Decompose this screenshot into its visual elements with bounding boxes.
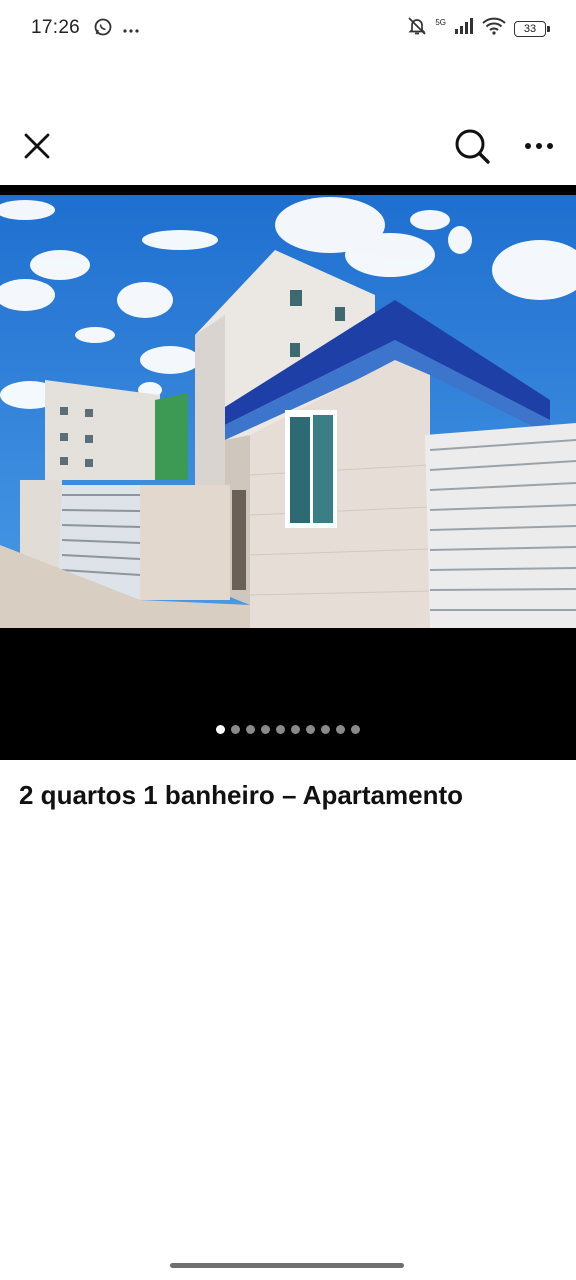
gallery-dot[interactable] — [276, 725, 285, 734]
signal-icon — [454, 18, 474, 39]
battery-level: 33 — [523, 22, 537, 35]
status-system-icons: 5G 33 — [407, 16, 550, 41]
wifi-icon — [482, 17, 506, 40]
property-photo[interactable] — [0, 195, 576, 628]
mute-bell-icon — [407, 16, 427, 41]
close-icon — [24, 133, 50, 159]
gallery-dot[interactable] — [246, 725, 255, 734]
gallery-dot[interactable] — [231, 725, 240, 734]
home-indicator[interactable] — [170, 1263, 404, 1268]
gallery-dot[interactable] — [261, 725, 270, 734]
gallery-dot[interactable] — [291, 725, 300, 734]
more-notifications-icon — [122, 21, 140, 39]
more-horizontal-icon — [525, 143, 553, 149]
listing-title: 2 quartos 1 banheiro – Apartamento — [19, 780, 464, 810]
gallery-dot[interactable] — [306, 725, 315, 734]
status-notification-icons — [93, 17, 140, 42]
gallery-dot[interactable] — [336, 725, 345, 734]
status-time: 17:26 — [31, 17, 81, 38]
status-bar: 17:26 5G 33 — [0, 0, 576, 58]
more-options-button[interactable] — [519, 126, 559, 166]
search-button[interactable] — [450, 124, 494, 168]
gallery-dot[interactable] — [321, 725, 330, 734]
photo-gallery[interactable] — [0, 185, 576, 760]
gallery-dot[interactable] — [351, 725, 360, 734]
search-icon — [455, 129, 490, 164]
network-type-label: 5G — [435, 18, 446, 27]
battery-icon: 33 — [514, 20, 550, 37]
close-button[interactable] — [17, 126, 57, 166]
whatsapp-icon — [93, 17, 113, 42]
gallery-dot[interactable] — [216, 725, 225, 734]
app-bar — [0, 110, 576, 180]
gallery-pagination — [0, 725, 576, 734]
